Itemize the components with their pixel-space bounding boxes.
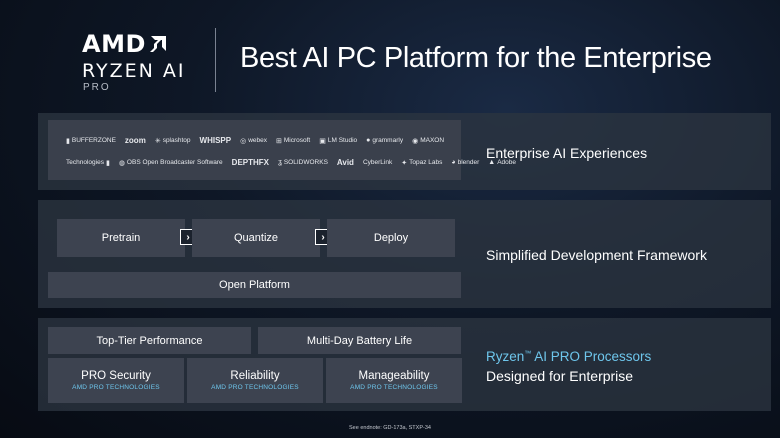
partner-logo: ✦ Topaz Labs xyxy=(401,159,443,167)
partner-logo: ◕ blender xyxy=(451,159,480,166)
partner-logo: ʓ SOLIDWORKS xyxy=(278,159,328,166)
partner-logo: ✳ splashtop xyxy=(154,137,191,145)
card-title: Manageability xyxy=(358,370,430,382)
partner-logo: Technologies ▮ xyxy=(66,159,110,167)
framework-label: Simplified Development Framework xyxy=(486,247,707,263)
partner-logos-row-1: ▮ BUFFERZONE zoom ✳ splashtop WHISPP ◎ webe… xyxy=(66,136,444,145)
experiences-label: Enterprise AI Experiences xyxy=(486,145,648,161)
card-title: Reliability xyxy=(230,370,280,382)
pretrain-step: Pretrain xyxy=(57,219,185,257)
deploy-step: Deploy xyxy=(327,219,455,257)
partner-logo: ⊞ Microsoft xyxy=(275,137,311,145)
open-platform-bar: Open Platform xyxy=(48,272,461,298)
partner-logo: ◍ OBS Open Broadcaster Software xyxy=(118,159,223,167)
partner-logo: DEPTHFX xyxy=(231,158,270,167)
partner-logos-panel: ▮ BUFFERZONE zoom ✳ splashtop WHISPP ◎ webe… xyxy=(48,120,516,180)
page-title: Best AI PC Platform for the Enterprise xyxy=(240,42,712,74)
designed-for-enterprise-label: Designed for Enterprise xyxy=(486,368,634,384)
partner-logo: WHISPP xyxy=(199,136,232,145)
partner-logos-row-2: Technologies ▮ ◍ OBS Open Broadcaster Soft… xyxy=(66,158,516,167)
card-subtitle: AMD PRO TECHNOLOGIES xyxy=(211,384,299,391)
partner-logo: Avid xyxy=(336,158,354,167)
partner-logo: CyberLink xyxy=(362,159,393,166)
partner-logo: ● grammarly xyxy=(366,137,404,144)
manageability-card: Manageability AMD PRO TECHNOLOGIES xyxy=(326,358,462,403)
reliability-card: Reliability AMD PRO TECHNOLOGIES xyxy=(187,358,323,403)
amd-arrow-icon xyxy=(149,36,166,52)
partner-logo: ◎ webex xyxy=(240,137,267,145)
partner-logo: zoom xyxy=(124,136,146,145)
processors-label: Ryzen™ AI PRO Processors xyxy=(486,349,652,364)
partner-logo: ▮ BUFFERZONE xyxy=(66,137,116,145)
amd-ryzen-ai-pro-logo: AMD RYZEN AI PRO xyxy=(82,30,192,93)
partner-logo: ▣ LM Studio xyxy=(319,137,358,145)
tier-text: PRO xyxy=(83,82,111,93)
card-subtitle: AMD PRO TECHNOLOGIES xyxy=(350,384,438,391)
brand-text: AMD xyxy=(82,30,146,58)
product-text: RYZEN AI xyxy=(82,60,186,82)
quantize-step: Quantize xyxy=(192,219,320,257)
partner-logo: ◉ MAXON xyxy=(412,137,445,145)
endnote-footnote: See endnote: GD-173a, STXP-34 xyxy=(349,425,431,431)
pro-security-card: PRO Security AMD PRO TECHNOLOGIES xyxy=(48,358,184,403)
card-subtitle: AMD PRO TECHNOLOGIES xyxy=(72,384,160,391)
header-divider xyxy=(215,28,216,92)
battery-tile: Multi-Day Battery Life xyxy=(258,327,461,354)
card-title: PRO Security xyxy=(81,370,151,382)
performance-tile: Top-Tier Performance xyxy=(48,327,251,354)
